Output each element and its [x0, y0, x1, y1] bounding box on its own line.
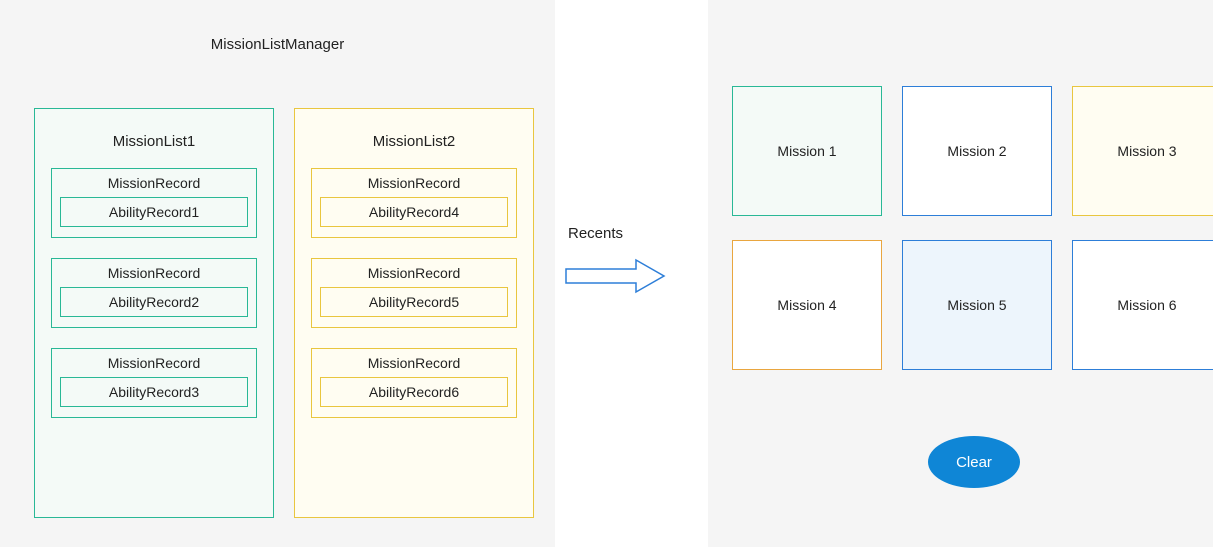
- tile-label: Mission 3: [1117, 143, 1176, 159]
- mission-record: MissionRecord AbilityRecord2: [51, 258, 257, 328]
- mission-record: MissionRecord AbilityRecord6: [311, 348, 517, 418]
- tile-label: Mission 5: [947, 297, 1006, 313]
- mission-record-label: MissionRecord: [60, 355, 248, 371]
- ability-record: AbilityRecord1: [60, 197, 248, 227]
- mission-record-label: MissionRecord: [320, 355, 508, 371]
- mission-record-label: MissionRecord: [60, 265, 248, 281]
- mission-tile-2[interactable]: Mission 2: [902, 86, 1052, 216]
- mission-record-label: MissionRecord: [320, 175, 508, 191]
- mission-list-1: MissionList1 MissionRecord AbilityRecord…: [34, 108, 274, 518]
- recents-arrow-section: Recents: [560, 225, 680, 294]
- tile-label: Mission 2: [947, 143, 1006, 159]
- mission-tile-4[interactable]: Mission 4: [732, 240, 882, 370]
- ability-record: AbilityRecord4: [320, 197, 508, 227]
- mission-record-label: MissionRecord: [60, 175, 248, 191]
- manager-title: MissionListManager: [0, 36, 555, 53]
- mission-record: MissionRecord AbilityRecord4: [311, 168, 517, 238]
- mission-list-2: MissionList2 MissionRecord AbilityRecord…: [294, 108, 534, 518]
- mission-record: MissionRecord AbilityRecord5: [311, 258, 517, 328]
- recents-tiles-grid: Mission 1 Mission 2 Mission 3 Mission 4 …: [732, 86, 1213, 370]
- mission-tile-3[interactable]: Mission 3: [1072, 86, 1213, 216]
- mission-list-title: MissionList2: [305, 133, 523, 150]
- mission-list-manager-panel: MissionListManager MissionList1 MissionR…: [0, 0, 555, 547]
- ability-record: AbilityRecord3: [60, 377, 248, 407]
- mission-tile-1[interactable]: Mission 1: [732, 86, 882, 216]
- recents-label: Recents: [568, 225, 680, 242]
- mission-lists-row: MissionList1 MissionRecord AbilityRecord…: [34, 108, 534, 518]
- clear-button[interactable]: Clear: [928, 436, 1020, 488]
- mission-record-label: MissionRecord: [320, 265, 508, 281]
- ability-record: AbilityRecord2: [60, 287, 248, 317]
- clear-button-label: Clear: [956, 454, 992, 471]
- ability-record: AbilityRecord5: [320, 287, 508, 317]
- ability-record: AbilityRecord6: [320, 377, 508, 407]
- mission-tile-6[interactable]: Mission 6: [1072, 240, 1213, 370]
- mission-tile-5[interactable]: Mission 5: [902, 240, 1052, 370]
- mission-list-title: MissionList1: [45, 133, 263, 150]
- recents-panel: Mission 1 Mission 2 Mission 3 Mission 4 …: [708, 0, 1213, 547]
- mission-record: MissionRecord AbilityRecord3: [51, 348, 257, 418]
- diagram-canvas: MissionListManager MissionList1 MissionR…: [0, 0, 1213, 547]
- mission-record: MissionRecord AbilityRecord1: [51, 168, 257, 238]
- tile-label: Mission 6: [1117, 297, 1176, 313]
- tile-label: Mission 4: [777, 297, 836, 313]
- arrow-right-icon: [560, 258, 670, 294]
- tile-label: Mission 1: [777, 143, 836, 159]
